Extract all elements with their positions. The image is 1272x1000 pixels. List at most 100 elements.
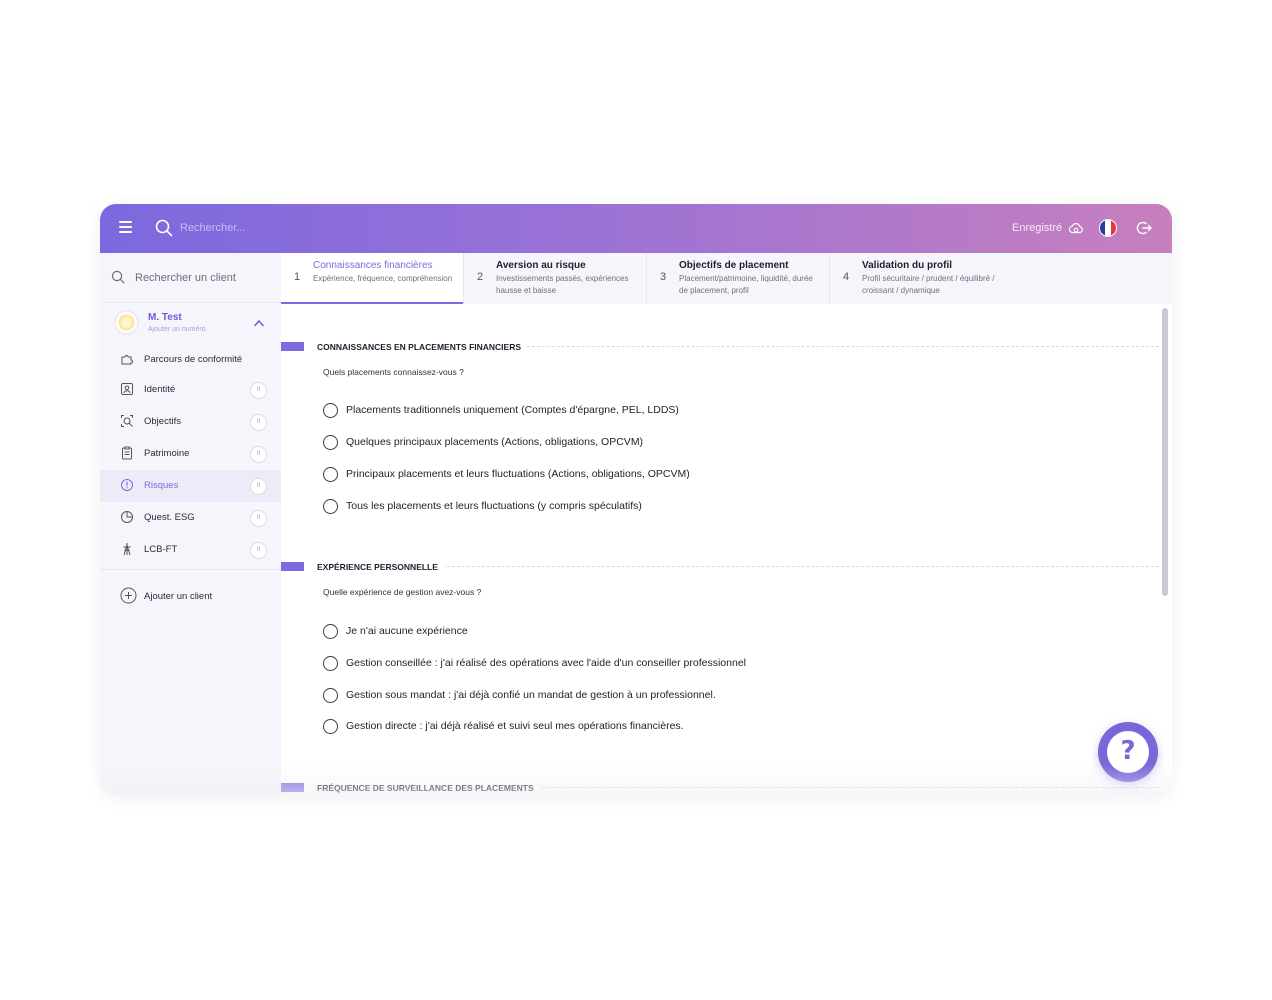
answer-option[interactable]: Tous les placements et leurs fluctuation… [323,498,1023,516]
section-marker [281,342,304,351]
radio-button[interactable] [323,499,338,514]
sidebar-item-objectifs[interactable]: Objectifs 0 [100,406,281,438]
avatar [114,310,139,335]
step-title: Connaissances financières [313,260,433,271]
sidebar-item-label: Objectifs [144,416,181,427]
count-badge: 0 [250,414,267,431]
section-frequence: FRÉQUENCE DE SURVEILLANCE DES PLACEMENTS [281,783,1161,796]
client-search-input[interactable] [135,269,275,287]
radio-button[interactable] [323,435,338,450]
step-description: Expérience, fréquence, compréhension [313,274,453,283]
option-label: Gestion directe : j'ai déjà réalisé et s… [346,720,684,732]
step-3[interactable]: 3 Objectifs de placement Placement/patri… [647,253,829,304]
step-2[interactable]: 2 Aversion au risque Investissements pas… [464,253,646,304]
logout-icon[interactable] [1136,220,1152,236]
step-number: 3 [660,271,667,283]
sidebar-item-label: Risques [144,480,179,491]
pie-icon [121,511,133,523]
option-label: Placements traditionnels uniquement (Com… [346,404,679,416]
section-title: FRÉQUENCE DE SURVEILLANCE DES PLACEMENTS [317,783,540,793]
option-label: Gestion sous mandat : j'ai déjà confié u… [346,689,716,701]
question-mark-icon: ? [1120,736,1136,766]
step-title: Objectifs de placement [679,260,789,271]
top-bar: Enregistré [100,204,1172,253]
step-description: Placement/patrimoine, liquidité, durée d… [679,274,813,295]
section-marker [281,783,304,792]
sidebar-item-identite[interactable]: Identité 0 [100,374,281,406]
sidebar-item-label: Quest. ESG [144,512,195,523]
count-badge: 0 [250,542,267,559]
sidebar-item-lcb-ft[interactable]: LCB-FT 0 [100,534,281,566]
step-1[interactable]: 1 Connaissances financières Expérience, … [281,253,463,304]
stepper: 1 Connaissances financières Expérience, … [281,253,1172,304]
french-flag-icon[interactable] [1099,219,1117,237]
client-search [100,253,281,303]
question-text: Quelle expérience de gestion avez-vous ? [323,587,482,597]
question-text: Quels placements connaissez-vous ? [323,367,464,377]
help-button[interactable]: ? [1098,722,1158,782]
count-badge: 0 [250,478,267,495]
sidebar-item-patrimoine[interactable]: Patrimoine 0 [100,438,281,470]
divider [100,569,281,570]
step-description: Investissements passés, expériences haus… [496,274,629,295]
sidebar-item-parcours[interactable]: Parcours de conformité [100,344,281,376]
answer-option[interactable]: Gestion directe : j'ai déjà réalisé et s… [323,718,1023,736]
answer-option[interactable]: Quelques principaux placements (Actions,… [323,434,1023,452]
step-4[interactable]: 4 Validation du profil Profil sécuritair… [830,253,1012,304]
chevron-up-icon[interactable] [254,319,264,327]
answer-option[interactable]: Placements traditionnels uniquement (Com… [323,402,1023,420]
content-scrollbar[interactable] [1162,308,1168,596]
step-number: 4 [843,271,850,283]
search-icon [155,219,173,237]
sidebar-item-risques[interactable]: Risques 0 [100,470,281,502]
alert-icon [121,479,133,491]
search-icon [111,270,125,284]
radio-button[interactable] [323,719,338,734]
add-client-label: Ajouter un client [144,591,213,602]
step-description: Profil sécuritaire / prudent / équilibré… [862,274,995,295]
app-window: Enregistré M. Test Ajouter un numéro Par… [100,204,1172,796]
hamburger-menu-icon[interactable] [119,221,133,235]
radio-button[interactable] [323,403,338,418]
option-label: Quelques principaux placements (Actions,… [346,436,644,448]
section-title: EXPÉRIENCE PERSONNELLE [317,562,444,572]
option-label: Tous les placements et leurs fluctuation… [346,500,642,512]
section-connaissances: CONNAISSANCES EN PLACEMENTS FINANCIERS Q… [281,342,1161,514]
answer-option[interactable]: Gestion sous mandat : j'ai déjà confié u… [323,687,1023,705]
count-badge: 0 [250,510,267,527]
sidebar-item-esg[interactable]: Quest. ESG 0 [100,502,281,534]
target-search-icon [121,415,133,427]
add-client-button[interactable]: Ajouter un client [120,587,270,605]
option-label: Gestion conseillée : j'ai réalisé des op… [346,657,746,669]
step-number: 2 [477,271,484,283]
add-phone-link[interactable]: Ajouter un numéro [148,326,206,333]
radio-button[interactable] [323,467,338,482]
section-marker [281,562,304,571]
section-experience: EXPÉRIENCE PERSONNELLE Quelle expérience… [281,562,1161,734]
client-card: M. Test Ajouter un numéro Parcours de co… [100,303,281,569]
questionnaire-content: CONNAISSANCES EN PLACEMENTS FINANCIERS Q… [281,304,1172,796]
saved-status: Enregistré [1012,222,1063,234]
step-title: Aversion au risque [496,260,586,271]
client-name[interactable]: M. Test [148,312,182,323]
answer-option[interactable]: Je n'ai aucune expérience [323,623,1023,641]
answer-option[interactable]: Principaux placements et leurs fluctuati… [323,466,1023,484]
step-number: 1 [294,271,301,283]
radio-button[interactable] [323,656,338,671]
answer-option[interactable]: Gestion conseillée : j'ai réalisé des op… [323,655,1023,673]
sidebar-item-label: Identité [144,384,176,395]
clipboard-icon [122,446,132,460]
puzzle-icon [121,355,133,365]
step-title: Validation du profil [862,260,952,271]
radio-button[interactable] [323,688,338,703]
sidebar-item-label: LCB-FT [144,544,178,555]
cloud-sync-icon[interactable] [1068,220,1084,236]
tower-icon [123,543,131,556]
plus-circle-icon [120,587,137,604]
sidebar-item-label: Parcours de conformité [144,354,243,365]
id-card-icon [121,383,133,395]
radio-button[interactable] [323,624,338,639]
sidebar-item-label: Patrimoine [144,448,190,459]
global-search-input[interactable] [180,218,400,238]
option-label: Principaux placements et leurs fluctuati… [346,468,690,480]
